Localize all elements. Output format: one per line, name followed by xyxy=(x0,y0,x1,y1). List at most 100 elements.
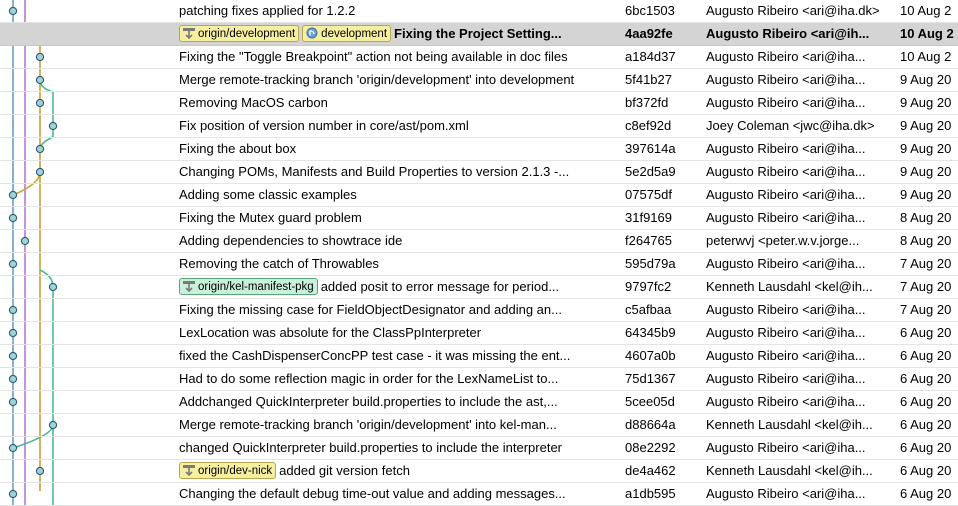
remote-branch-icon xyxy=(183,465,195,476)
commit-sha: 75d1367 xyxy=(625,371,676,386)
commit-sha: 4607a0b xyxy=(625,348,676,363)
commit-author: Joey Coleman <jwc@iha.dk> xyxy=(706,118,875,133)
commit-subject-text: Changing POMs, Manifests and Build Prope… xyxy=(179,164,570,179)
commit-date: 6 Aug 20 xyxy=(900,486,952,501)
commit-sha: 595d79a xyxy=(625,256,676,271)
commit-subject-text: Had to do some reflection magic in order… xyxy=(179,371,559,386)
commit-row[interactable]: Fixing the missing case for FieldObjectD… xyxy=(0,299,958,322)
commit-sha: 08e2292 xyxy=(625,440,676,455)
ref-badge[interactable]: origin/kel-manifest-pkg xyxy=(179,278,318,295)
commit-row[interactable]: Merge remote-tracking branch 'origin/dev… xyxy=(0,414,958,437)
commit-sha: 6bc1503 xyxy=(625,3,675,18)
commit-date: 8 Aug 20 xyxy=(900,233,952,248)
commit-author: Augusto Ribeiro <ari@ih... xyxy=(706,26,870,41)
commit-subject: Fixing the Mutex guard problem xyxy=(179,207,617,229)
commit-row[interactable]: fixed the CashDispenserConcPP test case … xyxy=(0,345,958,368)
commit-date: 6 Aug 20 xyxy=(900,371,952,386)
commit-date: 9 Aug 20 xyxy=(900,118,952,133)
commit-sha: d88664a xyxy=(625,417,676,432)
commit-author: Augusto Ribeiro <ari@iha... xyxy=(706,141,866,156)
commit-author: Augusto Ribeiro <ari@iha... xyxy=(706,325,866,340)
commit-subject-text: Fixing the "Toggle Breakpoint" action no… xyxy=(179,49,568,64)
commit-row[interactable]: Removing MacOS carbon bf372fd Augusto Ribe… xyxy=(0,92,958,115)
commit-subject-text: Fixing the missing case for FieldObjectD… xyxy=(179,302,562,317)
commit-sha: f264765 xyxy=(625,233,672,248)
ref-badge[interactable]: origin/dev-nick xyxy=(179,462,277,479)
commit-subject: origin/dev-nick added git version fetch xyxy=(179,460,617,482)
commit-row[interactable]: Fixing the about box 397614a Augusto Ribei… xyxy=(0,138,958,161)
commit-row[interactable]: Fixing the Mutex guard problem 31f9169 Aug… xyxy=(0,207,958,230)
remote-branch-icon xyxy=(183,28,195,39)
commit-row[interactable]: Had to do some reflection magic in order… xyxy=(0,368,958,391)
commit-sha: bf372fd xyxy=(625,95,669,110)
commit-author: Augusto Ribeiro <ari@iha... xyxy=(706,302,866,317)
commit-subject-text: Fix position of version number in core/a… xyxy=(179,118,469,133)
commit-sha: 397614a xyxy=(625,141,676,156)
commit-date: 9 Aug 20 xyxy=(900,95,952,110)
ref-label: origin/kel-manifest-pkg xyxy=(198,281,314,293)
commit-author: Augusto Ribeiro <ari@iha... xyxy=(706,95,866,110)
commit-sha: 9797fc2 xyxy=(625,279,672,294)
remote-branch-icon xyxy=(183,281,195,292)
commit-row[interactable]: changed QuickInterpreter build.propertie… xyxy=(0,437,958,460)
commit-subject-text: Removing MacOS carbon xyxy=(179,95,328,110)
commit-date: 9 Aug 20 xyxy=(900,72,952,87)
commit-subject: Addchanged QuickInterpreter build.proper… xyxy=(179,391,617,413)
commit-sha: 5e2d5a9 xyxy=(625,164,676,179)
commit-subject-text: Adding some classic examples xyxy=(179,187,357,202)
commit-subject: Removing the catch of Throwables xyxy=(179,253,617,275)
commit-author: Augusto Ribeiro <ari@iha... xyxy=(706,348,866,363)
commit-date: 10 Aug 2 xyxy=(900,3,952,18)
commit-row[interactable]: Fixing the "Toggle Breakpoint" action no… xyxy=(0,46,958,69)
ref-badge[interactable]: development xyxy=(302,25,392,42)
commit-subject-text: Merge remote-tracking branch 'origin/dev… xyxy=(179,417,557,432)
commit-row[interactable]: origin/dev-nick added git version fetch de… xyxy=(0,460,958,483)
ref-label: origin/development xyxy=(198,28,296,40)
commit-row[interactable]: Changing the default debug time-out valu… xyxy=(0,483,958,506)
commit-author: Augusto Ribeiro <ari@iha.dk> xyxy=(706,3,880,18)
commit-date: 6 Aug 20 xyxy=(900,440,952,455)
commit-row[interactable]: Merge remote-tracking branch 'origin/dev… xyxy=(0,69,958,92)
commit-subject-text: Merge remote-tracking branch 'origin/dev… xyxy=(179,72,575,87)
commit-author: Kenneth Lausdahl <kel@ih... xyxy=(706,279,873,294)
commit-date: 7 Aug 20 xyxy=(900,302,952,317)
commit-row[interactable]: Removing the catch of Throwables 595d79a A… xyxy=(0,253,958,276)
commit-subject-text: Fixing the Project Setting... xyxy=(394,26,562,41)
commit-row[interactable]: Addchanged QuickInterpreter build.proper… xyxy=(0,391,958,414)
commit-subject-text: fixed the CashDispenserConcPP test case … xyxy=(179,348,571,363)
commit-row[interactable]: Adding dependencies to showtrace ide f264… xyxy=(0,230,958,253)
commit-subject: Adding dependencies to showtrace ide xyxy=(179,230,617,252)
commit-author: Augusto Ribeiro <ari@iha... xyxy=(706,394,866,409)
commit-sha: a184d37 xyxy=(625,49,676,64)
commit-date: 10 Aug 2 xyxy=(900,49,952,64)
commit-row[interactable]: patching fixes applied for 1.2.2 6bc1503 A… xyxy=(0,0,958,23)
commit-subject-text: Fixing the Mutex guard problem xyxy=(179,210,362,225)
commit-subject-text: Adding dependencies to showtrace ide xyxy=(179,233,403,248)
commit-subject-text: Addchanged QuickInterpreter build.proper… xyxy=(179,394,558,409)
commit-subject: Changing POMs, Manifests and Build Prope… xyxy=(179,161,617,183)
commit-subject-text: Removing the catch of Throwables xyxy=(179,256,379,271)
ref-badge[interactable]: origin/development xyxy=(179,25,300,42)
commit-date: 6 Aug 20 xyxy=(900,325,952,340)
commit-row[interactable]: origin/kel-manifest-pkg added posit to er… xyxy=(0,276,958,299)
commit-subject: Fixing the "Toggle Breakpoint" action no… xyxy=(179,46,617,68)
commit-subject-text: added git version fetch xyxy=(279,463,410,478)
commit-row[interactable]: Changing POMs, Manifests and Build Prope… xyxy=(0,161,958,184)
commit-row[interactable]: Fix position of version number in core/a… xyxy=(0,115,958,138)
commit-subject-text: patching fixes applied for 1.2.2 xyxy=(179,3,356,18)
commit-row[interactable]: origin/development development Fixing the … xyxy=(0,23,958,46)
commit-subject: patching fixes applied for 1.2.2 xyxy=(179,0,617,22)
commit-date: 6 Aug 20 xyxy=(900,463,952,478)
commit-sha: 07575df xyxy=(625,187,672,202)
commit-subject: LexLocation was absolute for the ClassPp… xyxy=(179,322,617,344)
commit-sha: c8ef92d xyxy=(625,118,672,133)
commit-subject: Removing MacOS carbon xyxy=(179,92,617,114)
commit-row[interactable]: Adding some classic examples 07575df Augus… xyxy=(0,184,958,207)
commit-author: Augusto Ribeiro <ari@iha... xyxy=(706,49,866,64)
commit-row[interactable]: LexLocation was absolute for the ClassPp… xyxy=(0,322,958,345)
commit-sha: 64345b9 xyxy=(625,325,676,340)
commit-date: 8 Aug 20 xyxy=(900,210,952,225)
commit-subject: origin/development development Fixing the … xyxy=(179,23,617,45)
commit-subject: Adding some classic examples xyxy=(179,184,617,206)
ref-label: development xyxy=(321,28,388,40)
